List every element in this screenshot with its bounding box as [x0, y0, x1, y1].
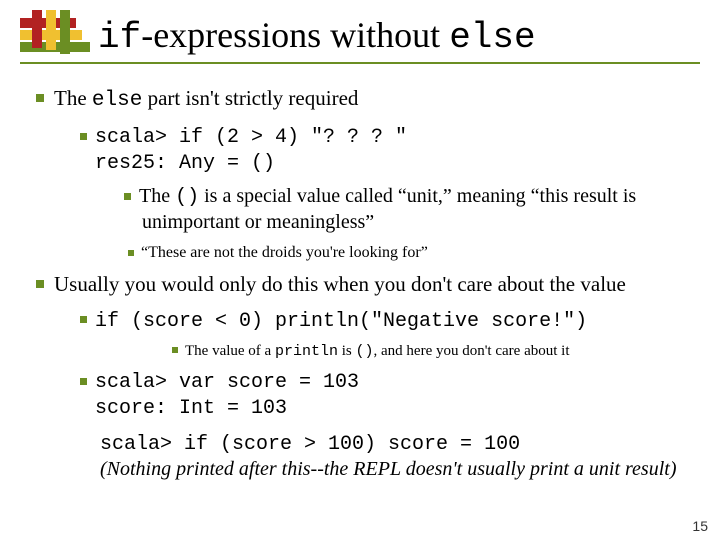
title-text: -expressions without — [141, 15, 449, 55]
text: Usually you would only do this when you … — [54, 272, 626, 296]
bullet-level2-code: scala> if (2 > 4) "? ? ? " res25: Any = … — [80, 124, 692, 176]
bullet-level2: The () is a special value called “unit,”… — [80, 184, 692, 235]
title-code-if: if — [98, 17, 141, 58]
corner-decoration — [20, 10, 90, 55]
bullet-level2-code: if (score < 0) println("Negative score!"… — [80, 308, 692, 334]
final-code-block: scala> if (score > 100) score = 100 (Not… — [100, 431, 692, 482]
bullet-icon — [80, 378, 87, 385]
bullet-level2-code: scala> var score = 103 score: Int = 103 — [80, 369, 692, 421]
slide-title: if-expressions without else — [98, 14, 536, 58]
slide-body: The else part isn't strictly required sc… — [36, 85, 692, 482]
text: , and here you don't care about it — [374, 343, 570, 359]
bullet-icon — [124, 193, 131, 200]
inline-code: () — [356, 343, 374, 360]
text: is a special value called “unit,” meanin… — [142, 185, 636, 233]
text: part isn't strictly required — [142, 86, 358, 110]
inline-code: () — [175, 186, 199, 209]
text: The — [139, 185, 175, 207]
bullet-icon — [80, 316, 87, 323]
bullet-icon — [172, 347, 178, 353]
bullet-icon — [36, 94, 44, 102]
text: is — [338, 343, 356, 359]
text: The — [54, 86, 92, 110]
code-line: scala> var score = 103 — [95, 371, 359, 394]
bullet-level3: “These are not the droids you're looking… — [128, 243, 692, 263]
bullet-level1: Usually you would only do this when you … — [36, 271, 692, 297]
text: The value of a — [185, 343, 275, 359]
code-line: scala> if (score > 100) score = 100 — [100, 433, 520, 456]
bullet-level1: The else part isn't strictly required — [36, 85, 692, 114]
inline-code: else — [92, 89, 142, 112]
bullet-level4: The value of a println is (), and here y… — [172, 342, 692, 362]
text: “These are not the droids you're looking… — [141, 244, 428, 261]
code-line: scala> if (2 > 4) "? ? ? " — [95, 126, 407, 149]
inline-code: println — [275, 343, 338, 360]
bullet-icon — [80, 133, 87, 140]
title-underline — [20, 62, 700, 64]
page-number: 15 — [692, 518, 708, 534]
title-code-else: else — [449, 17, 535, 58]
code-line: if (score < 0) println("Negative score!"… — [95, 310, 587, 333]
bullet-icon — [36, 280, 44, 288]
note-text: (Nothing printed after this--the REPL do… — [100, 458, 676, 480]
code-line: res25: Any = () — [95, 152, 275, 175]
code-line: score: Int = 103 — [95, 397, 287, 420]
bullet-icon — [128, 250, 134, 256]
